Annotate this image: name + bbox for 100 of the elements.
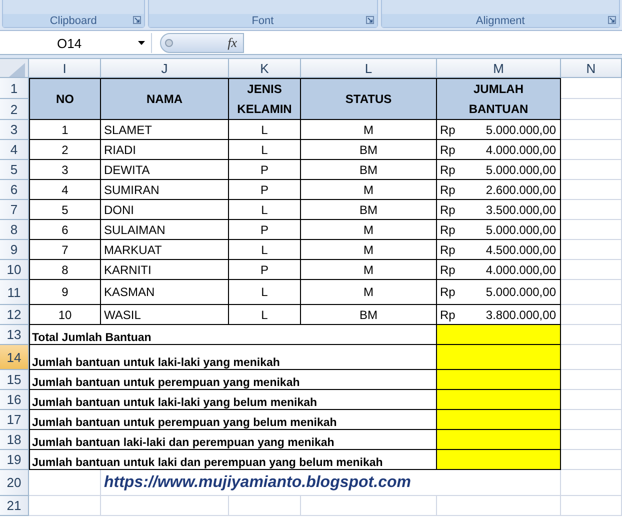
table-cell: KASMAN [101, 280, 229, 305]
column-heading: STATUS [301, 78, 437, 120]
table-cell: 9 [29, 280, 101, 305]
dialog-launcher-icon[interactable] [608, 16, 616, 24]
row-header[interactable]: 16 [0, 390, 29, 410]
table-cell: 7 [29, 240, 101, 260]
table-cell: M [301, 280, 437, 305]
table-cell: 3 [29, 160, 101, 180]
summary-label: Total Jumlah Bantuan [29, 325, 437, 345]
summary-label: Jumlah bantuan laki-laki dan perempuan yang menikah [29, 430, 437, 450]
column-header[interactable]: I [29, 59, 101, 78]
row-header[interactable]: 20 [0, 470, 29, 496]
table-cell: P [229, 180, 301, 200]
row-header[interactable]: 3 [0, 120, 29, 140]
row-header[interactable]: 15 [0, 370, 29, 390]
table-cell: 1 [29, 120, 101, 140]
amount-value: 5.000.000,00 [486, 122, 556, 136]
column-header[interactable]: J [101, 59, 229, 78]
ribbon-group-label: Alignment [382, 14, 619, 27]
amount-value: 2.600.000,00 [486, 182, 556, 196]
table-cell: 4 [29, 180, 101, 200]
summary-label: Jumlah bantuan untuk laki dan perempuan yang belum menikah [29, 450, 437, 470]
table-cell: P [229, 220, 301, 240]
table-cell: SUMIRAN [101, 180, 229, 200]
table-cell: L [229, 305, 301, 325]
row-header[interactable]: 21 [0, 496, 29, 516]
row-header[interactable]: 12 [0, 305, 29, 325]
insert-function-button[interactable]: fx [228, 35, 237, 51]
table-cell: L [229, 120, 301, 140]
dialog-launcher-icon[interactable] [366, 16, 374, 24]
table-cell: BM [301, 305, 437, 325]
table-cell: M [301, 240, 437, 260]
table-cell: L [229, 280, 301, 305]
row-header[interactable]: 9 [0, 240, 29, 260]
row-header[interactable]: 8 [0, 220, 29, 240]
table-cell: 8 [29, 260, 101, 280]
table-cell: L [229, 200, 301, 220]
row-header[interactable]: 2 [0, 99, 29, 120]
currency-label: Rp [440, 162, 456, 176]
table-cell: 6 [29, 220, 101, 240]
row-header[interactable]: 17 [0, 410, 29, 430]
amount-value: 3.800.000,00 [486, 308, 556, 322]
amount-value: 5.000.000,00 [486, 162, 556, 176]
row-header[interactable]: 10 [0, 260, 29, 280]
column-heading: JENIS KELAMIN [229, 78, 301, 120]
table-cell: SLAMET [101, 120, 229, 140]
table-cell: BM [301, 200, 437, 220]
table-cell: M [301, 120, 437, 140]
currency-label: Rp [440, 202, 456, 216]
currency-label: Rp [440, 285, 456, 299]
row-header[interactable]: 6 [0, 180, 29, 200]
amount-value: 5.000.000,00 [486, 285, 556, 299]
ribbon-group-label: Font [148, 14, 377, 27]
summary-label: Jumlah bantuan untuk perempuan yang menikah [29, 370, 437, 390]
row-header[interactable]: 11 [0, 280, 29, 305]
table-cell: SULAIMAN [101, 220, 229, 240]
currency-label: Rp [440, 308, 456, 322]
column-header[interactable]: L [301, 59, 437, 78]
row-header[interactable]: 4 [0, 140, 29, 160]
dialog-launcher-icon[interactable] [132, 16, 141, 24]
amount-value: 4.500.000,00 [486, 242, 556, 256]
currency-label: Rp [440, 262, 456, 276]
resize-handle-icon[interactable] [165, 39, 173, 47]
table-cell: MARKUAT [101, 240, 229, 260]
summary-label: Jumlah bantuan untuk laki-laki yang menikah [29, 345, 437, 370]
table-cell: 5 [29, 200, 101, 220]
amount-value: 5.000.000,00 [486, 222, 556, 236]
row-header[interactable]: 18 [0, 430, 29, 450]
row-header[interactable]: 19 [0, 450, 29, 470]
row-header[interactable]: 14 [0, 345, 29, 370]
table-cell: P [229, 260, 301, 280]
table-cell: KARNITI [101, 260, 229, 280]
summary-label: Jumlah bantuan untuk laki-laki yang belum menikah [29, 390, 437, 410]
row-header[interactable]: 1 [0, 78, 29, 99]
amount-value: 3.500.000,00 [486, 202, 556, 216]
row-header[interactable]: 7 [0, 200, 29, 220]
table-cell: BM [301, 160, 437, 180]
table-cell: M [301, 220, 437, 240]
blog-url: https://www.mujiyamianto.blogspot.com [101, 470, 561, 496]
amount-value: 4.000.000,00 [486, 262, 556, 276]
column-heading: NO [29, 78, 101, 120]
currency-label: Rp [440, 182, 456, 196]
table-cell: BM [301, 140, 437, 160]
currency-label: Rp [440, 222, 456, 236]
amount-value: 4.000.000,00 [486, 142, 556, 156]
table-cell: L [229, 140, 301, 160]
table-cell: P [229, 160, 301, 180]
table-cell: 2 [29, 140, 101, 160]
table-cell: 10 [29, 305, 101, 325]
currency-label: Rp [440, 122, 456, 136]
row-header[interactable]: 5 [0, 160, 29, 180]
column-header[interactable]: N [561, 59, 622, 78]
row-header[interactable]: 13 [0, 325, 29, 345]
column-header[interactable]: K [229, 59, 301, 78]
summary-label: Jumlah bantuan untuk perempuan yang belum menikah [29, 410, 437, 430]
currency-label: Rp [440, 242, 456, 256]
column-header[interactable]: M [437, 59, 561, 78]
dropdown-caret-icon[interactable] [138, 41, 145, 45]
name-box[interactable]: O14 [0, 33, 152, 53]
table-cell: RIADI [101, 140, 229, 160]
